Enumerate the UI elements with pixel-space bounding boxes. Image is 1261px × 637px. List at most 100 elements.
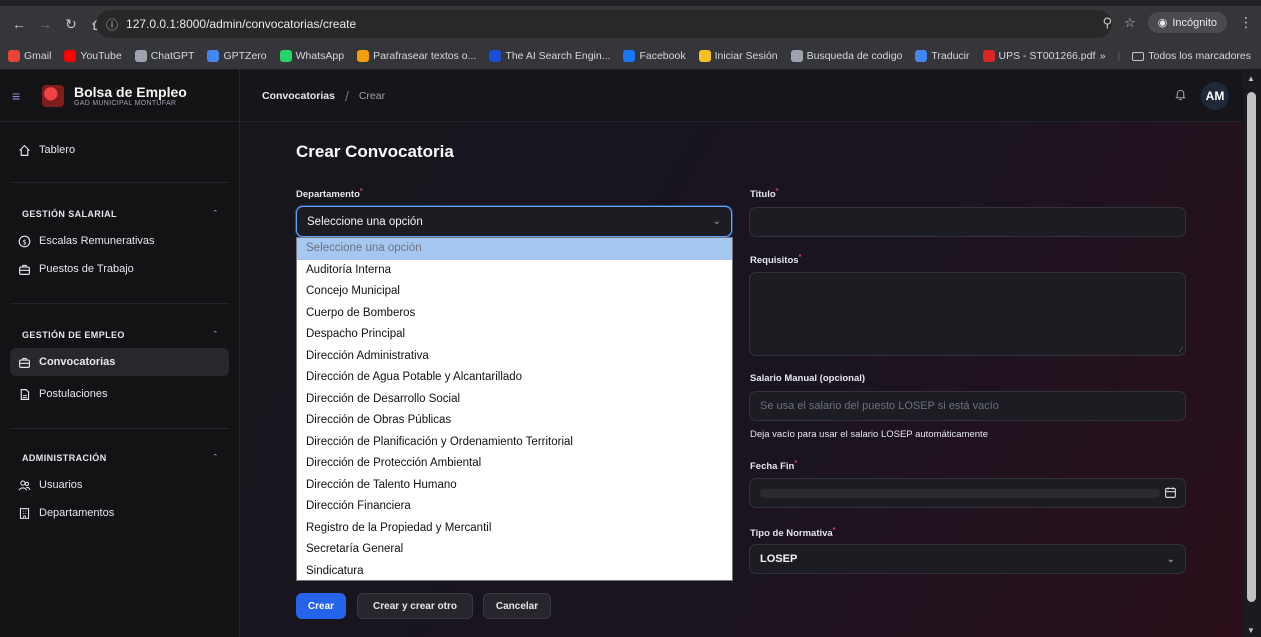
bookmark-item[interactable]: The AI Search Engin... <box>489 49 611 62</box>
group-gestion-salarial[interactable]: GESTIÓN SALARIAL ˆ <box>0 201 239 227</box>
site-info-icon[interactable]: ⓘ <box>106 16 118 33</box>
bookmark-item[interactable]: Gmail <box>8 49 51 62</box>
departamento-option[interactable]: Dirección de Talento Humano <box>297 475 732 497</box>
browser-toolbar: ← → ↻ ⓘ 127.0.0.1:8000/admin/convocatori… <box>0 0 1261 46</box>
scroll-up-icon[interactable]: ▲ <box>1247 74 1255 83</box>
bell-icon[interactable] <box>1174 88 1187 104</box>
url-text: 127.0.0.1:8000/admin/convocatorias/creat… <box>126 17 357 31</box>
back-icon[interactable]: ← <box>8 13 30 35</box>
departamento-option[interactable]: Concejo Municipal <box>297 281 732 303</box>
sidebar-item-convocatorias[interactable]: Convocatorias <box>10 348 229 376</box>
departamento-option[interactable]: Dirección de Protección Ambiental <box>297 453 732 475</box>
titulo-input[interactable] <box>749 207 1186 237</box>
group-administracion[interactable]: ADMINISTRACIÓN ˆ <box>0 445 239 471</box>
bookmarks-overflow-button[interactable]: » <box>1100 50 1106 62</box>
departamento-option[interactable]: Dirección Administrativa <box>297 346 732 368</box>
all-bookmarks-button[interactable]: Todos los marcadores <box>1132 50 1251 62</box>
departamento-option[interactable]: Dirección de Obras Públicas <box>297 410 732 432</box>
fecha-fin-input[interactable] <box>749 478 1186 508</box>
sidebar-item-puestos[interactable]: Puestos de Trabajo <box>10 255 229 283</box>
departamento-option[interactable]: Sindicatura <box>297 561 732 583</box>
bookmark-favicon-icon <box>279 49 292 62</box>
breadcrumb-separator: / <box>344 87 349 104</box>
bookmark-star-icon[interactable]: ☆ <box>1124 15 1136 31</box>
tipo-normativa-select[interactable]: LOSEP ⌄ <box>749 544 1186 574</box>
calendar-icon[interactable] <box>1164 486 1177 504</box>
brand-subtitle: GAD MUNICIPAL MONTÚFAR <box>74 99 177 107</box>
zoom-icon[interactable]: ⚲ <box>1103 15 1113 31</box>
sidebar-collapse-icon[interactable]: ≡ <box>12 88 32 104</box>
sidebar-item-tablero[interactable]: Tablero <box>10 136 229 164</box>
departamento-option[interactable]: Despacho Principal <box>297 324 732 346</box>
bookmark-item[interactable]: Iniciar Sesión <box>698 49 778 62</box>
departamento-option[interactable]: Cuerpo de Bomberos <box>297 303 732 325</box>
group-title: ADMINISTRACIÓN <box>22 453 107 463</box>
create-another-button[interactable]: Crear y crear otro <box>357 593 473 619</box>
departamento-option[interactable]: Auditoría Interna <box>297 260 732 282</box>
departamento-select-value: Seleccione una opción <box>307 215 423 228</box>
bookmark-favicon-icon <box>64 49 77 62</box>
bookmark-item[interactable]: WhatsApp <box>279 49 344 62</box>
avatar[interactable]: AM <box>1201 81 1229 110</box>
departamento-options-list[interactable]: Seleccione una opción Auditoría Interna Co… <box>296 237 733 581</box>
bookmark-item[interactable]: Facebook <box>623 49 686 62</box>
bookmark-item[interactable]: UPS - ST001266.pdf <box>982 49 1095 62</box>
departamento-option[interactable]: Registro de la Propiedad y Mercantil <box>297 518 732 540</box>
reload-icon[interactable]: ↻ <box>60 13 82 35</box>
address-bar[interactable]: ⓘ 127.0.0.1:8000/admin/convocatorias/cre… <box>96 10 1112 38</box>
bookmark-label: Facebook <box>639 49 686 62</box>
bookmark-favicon-icon <box>915 49 928 62</box>
required-mark: * <box>832 527 836 534</box>
sidebar-item-label: Postulaciones <box>39 388 108 400</box>
departamento-option[interactable]: Secretaría General <box>297 539 732 561</box>
cancel-button[interactable]: Cancelar <box>483 593 551 619</box>
forward-icon[interactable]: → <box>34 13 56 35</box>
sidebar-item-postulaciones[interactable]: Postulaciones <box>10 380 229 408</box>
sidebar-item-departamentos[interactable]: Departamentos <box>10 499 229 527</box>
bookmark-favicon-icon <box>357 49 370 62</box>
sidebar-item-label: Convocatorias <box>39 356 116 368</box>
departamento-option[interactable]: Dirección Financiera <box>297 496 732 518</box>
scroll-down-icon[interactable]: ▼ <box>1247 626 1255 635</box>
bookmarks-divider: | <box>1117 50 1121 62</box>
dollar-circle-icon: $ <box>18 235 31 248</box>
browser-menu-icon[interactable]: ⋮ <box>1239 14 1253 31</box>
page-title: Crear Convocatoria <box>296 142 454 161</box>
users-icon <box>18 479 31 492</box>
municipal-logo <box>42 84 64 107</box>
bookmark-item[interactable]: Parafrasear textos o... <box>357 49 476 62</box>
bookmark-item[interactable]: Busqueda de codigo <box>790 49 902 62</box>
departamento-option[interactable]: Dirección de Planificación y Ordenamient… <box>297 432 732 454</box>
bookmark-item[interactable]: GPTZero <box>207 49 267 62</box>
requisitos-label-text: Requisitos <box>750 255 799 267</box>
departamento-option[interactable]: Dirección de Agua Potable y Alcantarilla… <box>297 367 732 389</box>
group-gestion-empleo[interactable]: GESTIÓN DE EMPLEO ˆ <box>0 322 239 348</box>
titulo-label: Titulo* <box>750 188 778 200</box>
topbar: Convocatorias / Crear AM <box>240 70 1243 122</box>
departamento-select[interactable]: Seleccione una opción ⌄ <box>296 206 732 237</box>
bookmark-item[interactable]: YouTube <box>64 49 122 62</box>
required-mark: * <box>794 460 798 467</box>
chevron-up-icon: ˆ <box>213 453 217 463</box>
bookmark-label: ChatGPT <box>150 49 195 62</box>
svg-text:$: $ <box>22 237 27 246</box>
sidebar-item-escalas[interactable]: $ Escalas Remunerativas <box>10 227 229 255</box>
bookmark-item[interactable]: ChatGPT <box>134 49 195 62</box>
incognito-badge[interactable]: ◉ Incógnito <box>1147 12 1227 33</box>
bookmark-favicon-icon <box>8 49 20 62</box>
breadcrumb-parent[interactable]: Convocatorias <box>262 90 335 102</box>
salario-input[interactable]: Se usa el salario del puesto LOSEP si es… <box>749 391 1186 421</box>
departamento-option[interactable]: Dirección de Desarrollo Social <box>297 389 732 411</box>
salario-hint: Deja vacío para usar el salario LOSEP au… <box>750 429 988 440</box>
building-icon <box>18 507 31 520</box>
scrollbar-thumb[interactable] <box>1247 92 1256 602</box>
bookmark-item[interactable]: Traducir <box>915 49 970 62</box>
group-title: GESTIÓN SALARIAL <box>22 209 117 219</box>
sidebar-item-usuarios[interactable]: Usuarios <box>10 471 229 499</box>
requisitos-textarea[interactable]: ∕ <box>749 272 1186 356</box>
page-scrollbar[interactable]: ▲ ▼ <box>1243 70 1261 637</box>
resize-handle-icon[interactable]: ∕ <box>1181 345 1182 354</box>
bookmark-label: The AI Search Engin... <box>505 49 611 62</box>
departamento-option[interactable]: Seleccione una opción <box>297 238 732 260</box>
create-button[interactable]: Crear <box>296 593 346 619</box>
